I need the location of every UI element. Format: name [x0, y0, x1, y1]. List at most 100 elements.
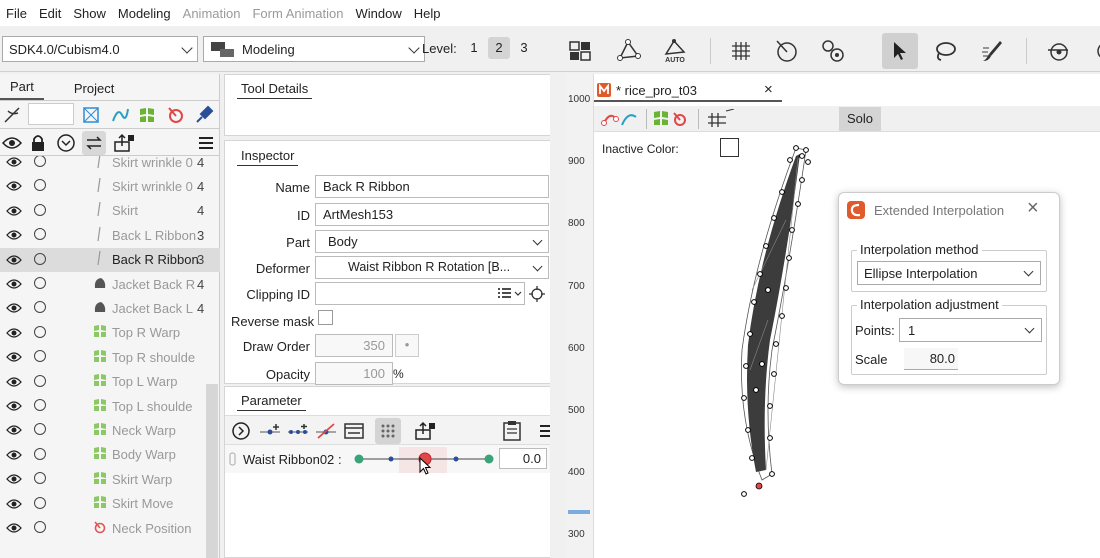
scale-field[interactable]: 80.0 [904, 348, 958, 370]
eye-icon[interactable] [6, 376, 22, 388]
eye-icon[interactable] [6, 473, 22, 485]
selection-arrow-icon[interactable] [882, 33, 918, 69]
rotation-filter-icon[interactable] [166, 105, 186, 125]
glue-icon[interactable] [818, 36, 848, 66]
name-field[interactable]: Back R Ribbon [315, 175, 549, 198]
close-icon[interactable]: × [1027, 197, 1039, 220]
palette-icon[interactable] [566, 36, 596, 66]
solo-button[interactable]: Solo [839, 107, 881, 131]
add-key-icon[interactable] [259, 423, 281, 439]
eye-icon[interactable] [6, 522, 22, 534]
eye-icon[interactable] [6, 205, 22, 217]
document-tab[interactable]: * rice_pro_t03 × [594, 80, 782, 102]
clipping-id-field[interactable] [315, 282, 525, 305]
menu-help[interactable]: Help [408, 6, 447, 21]
slider-key-min[interactable] [354, 454, 364, 464]
eye-icon[interactable] [6, 424, 22, 436]
grid-view-toggle[interactable] [375, 418, 401, 444]
draw-order-dot-button[interactable]: • [395, 334, 419, 357]
slider-key[interactable] [388, 456, 394, 462]
eye-icon[interactable] [6, 156, 22, 168]
lasso-icon[interactable] [930, 36, 960, 66]
deformer-grid-icon[interactable] [726, 36, 756, 66]
artmesh-filter-icon[interactable] [82, 106, 100, 124]
part-select[interactable]: Body [315, 230, 549, 253]
id-field[interactable]: ArtMesh153 [315, 203, 549, 226]
add-three-keys-icon[interactable] [287, 423, 309, 439]
lock-toggle[interactable] [34, 521, 46, 533]
pin-filter-icon[interactable] [194, 105, 214, 125]
eye-icon[interactable] [6, 449, 22, 461]
sdk-version-select[interactable]: SDK4.0/Cubism4.0 [2, 36, 198, 62]
filter-off-icon[interactable] [2, 105, 22, 125]
tree-row[interactable]: Skirt wrinkle 04 [0, 156, 220, 174]
tree-row[interactable]: Skirt wrinkle 04 [0, 174, 220, 198]
sync-selection-button[interactable] [82, 131, 106, 155]
eye-icon[interactable] [6, 351, 22, 363]
tree-row[interactable]: Top R shoulde [0, 345, 220, 369]
lock-toggle[interactable] [34, 228, 46, 241]
tree-row[interactable]: Jacket Back L4 [0, 296, 220, 320]
selected-vertex[interactable] [755, 482, 763, 490]
tree-row[interactable]: Top L Warp [0, 370, 220, 394]
tree-row[interactable]: Back R Ribbon 3 [0, 247, 220, 272]
tree-row[interactable]: Skirt 4 [0, 199, 220, 223]
auto-mesh-button[interactable]: AUTO [660, 36, 690, 66]
lock-toggle[interactable] [34, 399, 46, 411]
lock-toggle[interactable] [34, 447, 46, 460]
tree-row[interactable]: Top L shoulde [0, 394, 220, 418]
deformer-path-icon[interactable] [600, 109, 640, 129]
workspace-mode-select[interactable]: Modeling [203, 36, 425, 62]
play-circle-icon[interactable] [231, 421, 251, 441]
menu-modeling[interactable]: Modeling [112, 6, 177, 21]
slider-key-max[interactable] [484, 454, 494, 464]
lock-toggle[interactable] [34, 277, 46, 289]
tree-row[interactable]: Body Warp [0, 443, 220, 467]
lock-toggle[interactable] [34, 325, 46, 338]
tree-scrollbar[interactable] [206, 384, 218, 558]
parameter-value-field[interactable]: 0.0 [499, 448, 547, 469]
pen-mesh-icon[interactable] [614, 36, 644, 66]
tree-row[interactable]: Back L Ribbon 3 [0, 223, 220, 247]
reverse-mask-checkbox[interactable] [318, 310, 333, 325]
draw-order-field[interactable]: 350 [315, 334, 393, 357]
slider-key[interactable] [453, 456, 459, 462]
menu-window[interactable]: Window [350, 6, 408, 21]
tree-row[interactable]: Neck Warp [0, 418, 220, 442]
level-3-button[interactable]: 3 [516, 37, 532, 59]
warp-filter-icon[interactable] [138, 106, 156, 124]
rotation-deformer-icon[interactable] [772, 36, 802, 66]
tree-row[interactable]: Skirt Warp [0, 467, 220, 491]
menu-animation[interactable]: Animation [177, 6, 247, 21]
grid-toggle-icon[interactable] [706, 109, 736, 129]
level-2-button[interactable]: 2 [488, 37, 510, 59]
deformer-select[interactable]: Waist Ribbon R Rotation [B... [315, 256, 549, 279]
brush-icon[interactable] [978, 36, 1008, 66]
close-tab-icon[interactable]: × [764, 81, 773, 98]
eye-icon[interactable] [6, 498, 22, 510]
eye-icon[interactable] [6, 254, 22, 266]
drag-handle-icon[interactable] [229, 452, 237, 466]
tree-row[interactable]: Skirt Move [0, 492, 220, 516]
lock-toggle[interactable] [34, 252, 46, 265]
eye-icon[interactable] [6, 180, 22, 192]
delete-key-icon[interactable] [315, 423, 337, 439]
level-1-button[interactable]: 1 [466, 37, 482, 59]
ribbon-artmesh[interactable] [726, 140, 826, 500]
hamburger-menu-icon[interactable] [198, 136, 214, 150]
eye-icon[interactable] [6, 229, 22, 241]
menu-file[interactable]: File [0, 6, 33, 21]
eye-icon[interactable] [6, 302, 22, 314]
export-icon[interactable] [413, 420, 437, 442]
eye-icon[interactable] [6, 400, 22, 412]
lock-toggle[interactable] [34, 472, 46, 485]
lock-icon[interactable] [30, 133, 46, 153]
keyform-window-icon[interactable] [343, 422, 365, 440]
clipboard-icon[interactable] [501, 420, 523, 442]
crosshair-icon[interactable] [529, 286, 545, 302]
more-tools-icon[interactable] [1086, 36, 1100, 66]
eye-icon[interactable] [6, 278, 22, 290]
opacity-field[interactable]: 100 [315, 362, 393, 385]
lock-toggle[interactable] [34, 156, 46, 167]
lock-toggle[interactable] [34, 203, 46, 216]
